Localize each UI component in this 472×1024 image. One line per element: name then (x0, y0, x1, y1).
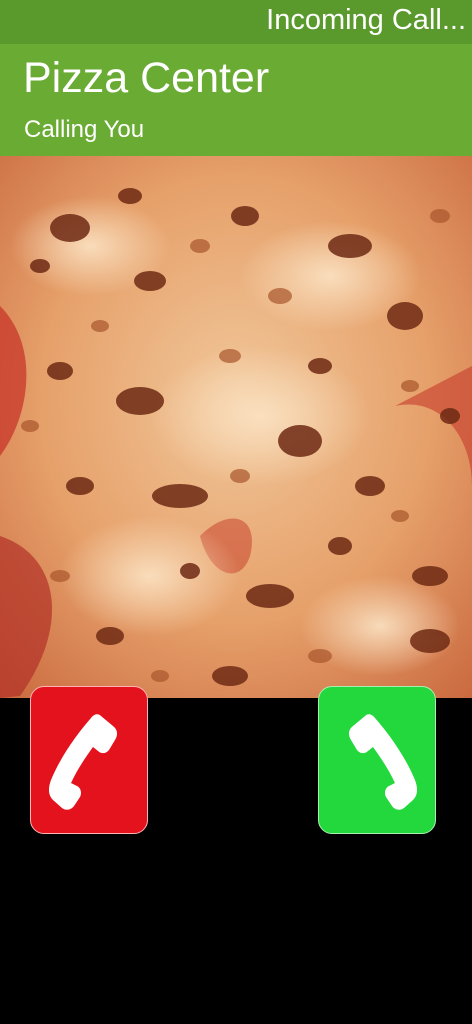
caller-name: Pizza Center (23, 54, 270, 102)
accept-call-button[interactable] (318, 686, 436, 834)
status-bar: Incoming Call... (0, 0, 472, 44)
pizza-image (0, 156, 472, 698)
incoming-call-label: Incoming Call... (266, 4, 466, 36)
caller-photo (0, 156, 472, 698)
phone-handset-icon (348, 714, 417, 810)
caller-header: Pizza Center Calling You (0, 44, 472, 156)
decline-call-button[interactable] (30, 686, 148, 834)
phone-handset-icon (49, 714, 118, 810)
incoming-call-screen: Incoming Call... Pizza Center Calling Yo… (0, 0, 472, 1024)
caller-status: Calling You (24, 116, 145, 143)
